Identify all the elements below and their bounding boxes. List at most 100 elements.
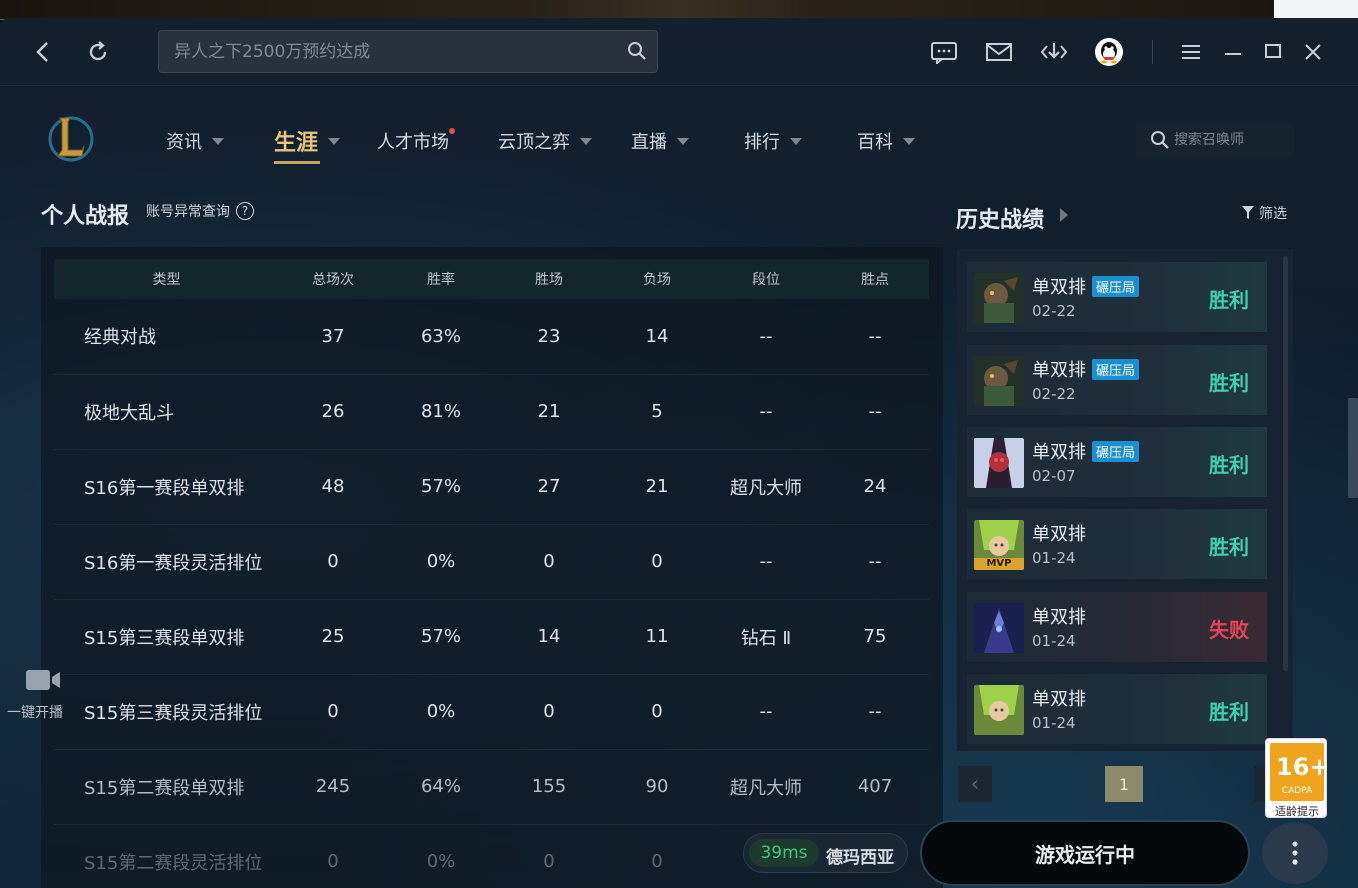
age-rating-inner: 16+ CADPA: [1270, 743, 1330, 801]
table-row: S15第三赛段灵活排位 0 0% 0 0 -- --: [54, 674, 929, 750]
cell-wins: 155: [495, 749, 603, 825]
history-scrollbar[interactable]: [1283, 256, 1288, 671]
search-icon[interactable]: [1150, 130, 1170, 154]
cell-wins: 27: [495, 449, 603, 525]
match-item[interactable]: MVP 单双排 01-24 胜利: [967, 509, 1267, 579]
champion-portrait: [974, 356, 1024, 406]
cell-rank: --: [711, 674, 821, 750]
cell-rank: --: [711, 299, 821, 375]
match-mode: 单双排 碾压局: [1032, 438, 1140, 464]
help-icon[interactable]: ?: [236, 202, 254, 220]
match-item[interactable]: 单双排 01-24 胜利: [967, 674, 1267, 744]
cell-type: 极地大乱斗: [54, 374, 279, 450]
pager-page-button[interactable]: 1: [1105, 766, 1143, 802]
one-click-stream-button[interactable]: 一键开播: [0, 668, 70, 728]
cell-winrate: 0%: [387, 674, 495, 750]
history-title: 历史战绩: [956, 208, 1045, 233]
nav-news[interactable]: 资讯: [166, 126, 224, 156]
mvp-badge: MVP: [974, 558, 1024, 570]
cell-total: 0: [279, 674, 387, 750]
match-mode-label: 单双排: [1032, 277, 1086, 298]
nav-ranking[interactable]: 排行: [744, 126, 802, 156]
one-click-stream-label: 一键开播: [7, 705, 63, 721]
age-rating-org: CADPA: [1281, 786, 1313, 796]
account-abnormal-link[interactable]: 账号异常查询 ?: [146, 201, 254, 221]
cell-lp: --: [821, 524, 929, 600]
match-result: 胜利: [1209, 453, 1249, 477]
account-abnormal-label: 账号异常查询: [146, 204, 230, 220]
more-options-button[interactable]: [1262, 822, 1328, 884]
match-item[interactable]: 单双排 碾压局 02-07 胜利: [967, 427, 1267, 497]
cell-wins: 14: [495, 599, 603, 675]
download-icon[interactable]: [1038, 36, 1070, 68]
qq-avatar[interactable]: [1093, 36, 1125, 68]
lol-logo[interactable]: [46, 112, 96, 164]
cell-lp: 24: [821, 449, 929, 525]
filter-button[interactable]: 筛选: [1242, 203, 1287, 223]
cell-lp: 407: [821, 749, 929, 825]
cell-winrate: 0%: [387, 524, 495, 600]
col-header: 胜率: [387, 259, 495, 299]
table-row: 极地大乱斗 26 81% 21 5 -- --: [54, 374, 929, 450]
maximize-icon[interactable]: [1257, 36, 1289, 68]
champion-portrait: [974, 273, 1024, 323]
more-vertical-icon: [1292, 841, 1298, 865]
nav-tft-label: 云顶之弈: [498, 132, 570, 153]
cell-wins: 0: [495, 674, 603, 750]
cell-total: 25: [279, 599, 387, 675]
match-date: 02-07: [1032, 467, 1076, 485]
crush-badge: 碾压局: [1092, 440, 1140, 462]
nav-career-label: 生涯: [274, 131, 319, 156]
cell-lp: --: [821, 674, 929, 750]
filter-label: 筛选: [1259, 206, 1287, 222]
cell-total: 48: [279, 449, 387, 525]
refresh-icon[interactable]: [82, 36, 114, 68]
nav-tft[interactable]: 云顶之弈: [498, 126, 592, 156]
nav-career[interactable]: 生涯: [274, 126, 341, 164]
cell-rank: --: [711, 374, 821, 450]
match-item[interactable]: 单双排 碾压局 02-22 胜利: [967, 262, 1267, 332]
stats-header-row: 类型 总场次 胜率 胜场 负场 段位 胜点: [54, 259, 929, 299]
top-search-input[interactable]: [159, 31, 619, 72]
match-result: 胜利: [1209, 535, 1249, 559]
app-window: 资讯 生涯 人才市场 云顶之弈 直播 排行 百科: [0, 18, 1358, 888]
chat-icon[interactable]: [928, 36, 960, 68]
cell-lp: 75: [821, 599, 929, 675]
cell-wins: 0: [543, 851, 555, 873]
cell-total: 26: [279, 374, 387, 450]
page-scrollbar[interactable]: [1348, 398, 1358, 498]
pager-prev-button[interactable]: ‹: [958, 766, 992, 802]
match-item[interactable]: 单双排 碾压局 02-22 胜利: [967, 345, 1267, 415]
back-icon[interactable]: [27, 36, 59, 68]
nav-talent-market[interactable]: 人才市场: [377, 126, 455, 156]
external-window-edge: [1274, 0, 1358, 20]
stats-title: 个人战报: [41, 204, 130, 229]
cell-winrate: 63%: [387, 299, 495, 375]
match-date: 02-22: [1032, 302, 1076, 320]
title-bar: [0, 18, 1358, 86]
match-result: 失败: [1209, 618, 1249, 642]
cell-type: S15第二赛段灵活排位: [84, 852, 263, 874]
mail-icon[interactable]: [983, 36, 1015, 68]
age-rating-badge: 16+ CADPA 适龄提示: [1265, 738, 1330, 818]
search-icon[interactable]: [627, 41, 647, 65]
cell-losses: 0: [651, 851, 663, 873]
top-search-box[interactable]: [158, 30, 658, 73]
nav-live[interactable]: 直播: [631, 126, 689, 156]
summoner-search-box[interactable]: [1136, 124, 1294, 156]
close-icon[interactable]: [1297, 36, 1329, 68]
game-running-button[interactable]: 游戏运行中: [920, 820, 1250, 886]
match-result: 胜利: [1209, 700, 1249, 724]
cell-rank: --: [711, 524, 821, 600]
server-status[interactable]: 39ms 德玛西亚: [743, 833, 908, 873]
match-mode: 单双排: [1032, 520, 1086, 546]
summoner-search-input[interactable]: [1174, 124, 1292, 156]
chevron-down-icon: [903, 137, 915, 145]
chevron-right-icon[interactable]: [1060, 208, 1068, 222]
nav-wiki[interactable]: 百科: [857, 126, 915, 156]
match-item[interactable]: 单双排 01-24 失败: [967, 592, 1267, 662]
menu-icon[interactable]: [1175, 36, 1207, 68]
minimize-icon[interactable]: [1217, 36, 1249, 68]
server-name: 德玛西亚: [826, 848, 894, 868]
match-date: 01-24: [1032, 714, 1076, 732]
